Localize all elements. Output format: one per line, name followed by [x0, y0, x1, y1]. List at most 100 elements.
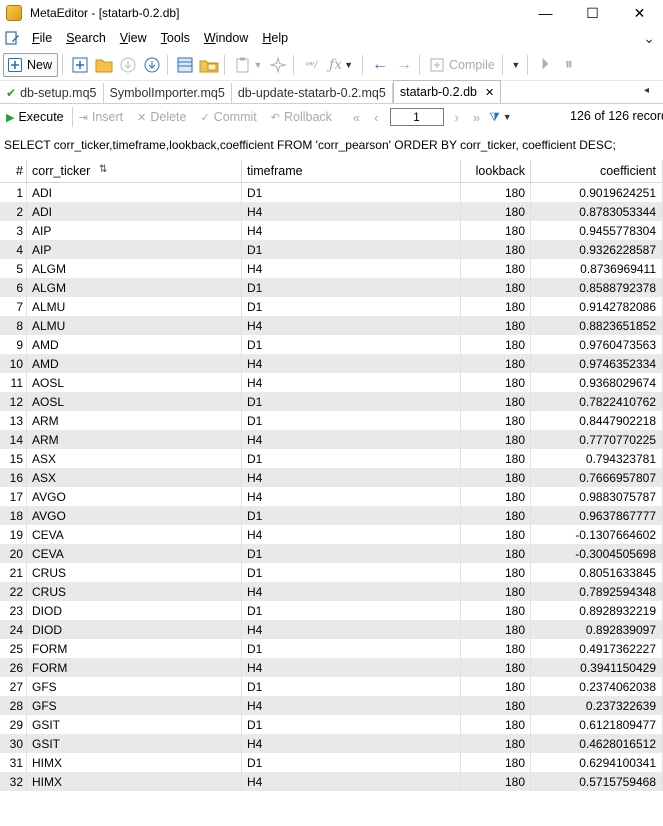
coefficient-cell[interactable]: 0.7822410762: [530, 392, 663, 411]
table-row[interactable]: 30 GSIT H4 180 0.4628016512: [0, 734, 663, 753]
lookback-cell[interactable]: 180: [460, 677, 531, 696]
timeframe-cell[interactable]: H4: [241, 373, 461, 392]
compile-dropdown[interactable]: ▼: [509, 53, 523, 77]
menu-chevron-icon[interactable]: ⌄: [643, 30, 655, 47]
close-tab-icon[interactable]: ✕: [485, 86, 494, 99]
timeframe-cell[interactable]: H4: [241, 620, 461, 639]
lookback-cell[interactable]: 180: [460, 182, 531, 202]
download-button[interactable]: [117, 53, 139, 77]
lookback-cell[interactable]: 180: [460, 639, 531, 658]
row-index-cell[interactable]: 31: [0, 753, 27, 772]
corr-ticker-cell[interactable]: GFS: [26, 677, 242, 696]
row-index-cell[interactable]: 5: [0, 259, 27, 278]
corr-ticker-cell[interactable]: ASX: [26, 449, 242, 468]
table-row[interactable]: 16 ASX H4 180 0.7666957807: [0, 468, 663, 487]
row-index-cell[interactable]: 30: [0, 734, 27, 753]
table-row[interactable]: 23 DIOD D1 180 0.8928932219: [0, 601, 663, 620]
corr-ticker-cell[interactable]: AVGO: [26, 506, 242, 525]
table-row[interactable]: 24 DIOD H4 180 0.892839097: [0, 620, 663, 639]
row-index-cell[interactable]: 19: [0, 525, 27, 544]
corr-ticker-cell[interactable]: AOSL: [26, 373, 242, 392]
forward-button[interactable]: →: [393, 53, 415, 77]
menu-item-search[interactable]: Search: [60, 31, 114, 45]
table-row[interactable]: 2 ADI H4 180 0.8783053344: [0, 202, 663, 221]
compile-button[interactable]: Compile: [426, 53, 498, 77]
lookback-cell[interactable]: 180: [460, 411, 531, 430]
back-button[interactable]: ←: [369, 53, 391, 77]
table-row[interactable]: 11 AOSL H4 180 0.9368029674: [0, 373, 663, 392]
coefficient-cell[interactable]: 0.9746352334: [530, 354, 663, 373]
corr-ticker-cell[interactable]: ARM: [26, 430, 242, 449]
timeframe-cell[interactable]: D1: [241, 563, 461, 582]
coefficient-cell[interactable]: 0.9368029674: [530, 373, 663, 392]
tab-db-setup[interactable]: ✔ db-setup.mq5: [0, 83, 104, 103]
coefficient-cell[interactable]: 0.2374062038: [530, 677, 663, 696]
row-index-cell[interactable]: 7: [0, 297, 27, 316]
lookback-cell[interactable]: 180: [460, 506, 531, 525]
variable-button[interactable]: ᵛᵃʳ/: [300, 53, 322, 77]
table-row[interactable]: 26 FORM H4 180 0.3941150429: [0, 658, 663, 677]
timeframe-cell[interactable]: D1: [241, 449, 461, 468]
row-index-cell[interactable]: 17: [0, 487, 27, 506]
lookback-cell[interactable]: 180: [460, 772, 531, 791]
corr-ticker-cell[interactable]: GSIT: [26, 715, 242, 734]
open-folder-button[interactable]: [93, 53, 115, 77]
corr-ticker-cell[interactable]: DIOD: [26, 601, 242, 620]
table-row[interactable]: 7 ALMU D1 180 0.9142782086: [0, 297, 663, 316]
timeframe-cell[interactable]: H4: [241, 430, 461, 449]
table-row[interactable]: 1 ADI D1 180 0.9019624251: [0, 182, 663, 202]
corr-ticker-cell[interactable]: AMD: [26, 335, 242, 354]
table-row[interactable]: 29 GSIT D1 180 0.6121809477: [0, 715, 663, 734]
document-edit-icon[interactable]: [4, 30, 20, 46]
timeframe-cell[interactable]: H4: [241, 354, 461, 373]
column-header-lookback[interactable]: lookback: [460, 160, 531, 183]
coefficient-cell[interactable]: 0.9637867777: [530, 506, 663, 525]
lookback-cell[interactable]: 180: [460, 392, 531, 411]
table-row[interactable]: 10 AMD H4 180 0.9746352334: [0, 354, 663, 373]
corr-ticker-cell[interactable]: GFS: [26, 696, 242, 715]
chevron-down-icon[interactable]: ▼: [503, 112, 512, 122]
timeframe-cell[interactable]: H4: [241, 582, 461, 601]
corr-ticker-cell[interactable]: AVGO: [26, 487, 242, 506]
row-index-cell[interactable]: 28: [0, 696, 27, 715]
maximize-button[interactable]: ☐: [569, 0, 616, 26]
execute-button[interactable]: ▶ Execute: [6, 110, 64, 124]
coefficient-cell[interactable]: 0.8588792378: [530, 278, 663, 297]
coefficient-cell[interactable]: 0.3941150429: [530, 658, 663, 677]
corr-ticker-cell[interactable]: ALMU: [26, 316, 242, 335]
table-row[interactable]: 31 HIMX D1 180 0.6294100341: [0, 753, 663, 772]
corr-ticker-cell[interactable]: FORM: [26, 658, 242, 677]
row-index-cell[interactable]: 12: [0, 392, 27, 411]
timeframe-cell[interactable]: H4: [241, 202, 461, 221]
page-number-input[interactable]: [389, 108, 444, 126]
table-row[interactable]: 18 AVGO D1 180 0.9637867777: [0, 506, 663, 525]
row-index-cell[interactable]: 14: [0, 430, 27, 449]
toolbox-button[interactable]: [198, 53, 220, 77]
corr-ticker-cell[interactable]: GSIT: [26, 734, 242, 753]
corr-ticker-cell[interactable]: CEVA: [26, 525, 242, 544]
table-row[interactable]: 4 AIP D1 180 0.9326228587: [0, 240, 663, 259]
corr-ticker-cell[interactable]: AIP: [26, 240, 242, 259]
lookback-cell[interactable]: 180: [460, 221, 531, 240]
table-row[interactable]: 13 ARM D1 180 0.8447902218: [0, 411, 663, 430]
add-file-button[interactable]: [69, 53, 91, 77]
coefficient-cell[interactable]: 0.9760473563: [530, 335, 663, 354]
coefficient-cell[interactable]: 0.9019624251: [530, 182, 663, 202]
print-button[interactable]: ▼: [231, 53, 265, 77]
minimize-button[interactable]: —: [522, 0, 569, 26]
coefficient-cell[interactable]: 0.8928932219: [530, 601, 663, 620]
corr-ticker-cell[interactable]: CRUS: [26, 582, 242, 601]
commit-button[interactable]: ✓ Commit: [200, 110, 256, 124]
column-header-index[interactable]: #: [0, 160, 27, 183]
new-button[interactable]: New: [3, 53, 59, 77]
corr-ticker-cell[interactable]: AIP: [26, 221, 242, 240]
table-row[interactable]: 15 ASX D1 180 0.794323781: [0, 449, 663, 468]
coefficient-cell[interactable]: 0.8051633845: [530, 563, 663, 582]
row-index-cell[interactable]: 8: [0, 316, 27, 335]
table-row[interactable]: 32 HIMX H4 180 0.5715759468: [0, 772, 663, 791]
lookback-cell[interactable]: 180: [460, 525, 531, 544]
tabs-scroll-left-icon[interactable]: ◂: [644, 85, 649, 96]
table-row[interactable]: 20 CEVA D1 180 -0.3004505698: [0, 544, 663, 563]
row-index-cell[interactable]: 23: [0, 601, 27, 620]
lookback-cell[interactable]: 180: [460, 354, 531, 373]
